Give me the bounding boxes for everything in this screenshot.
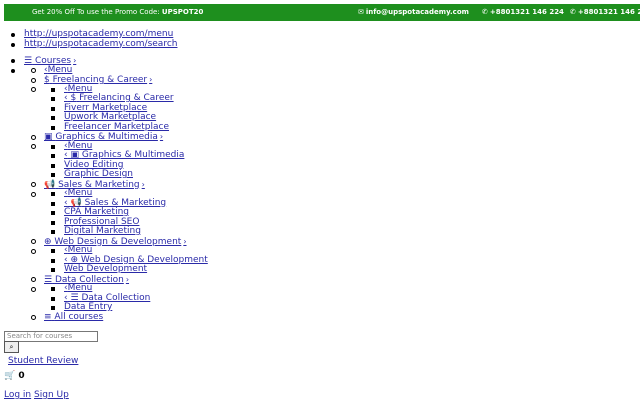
course-link[interactable]: CPA Marketing (64, 207, 129, 217)
chevron-right-icon: › (149, 75, 153, 84)
bullhorn-icon: 📢 (70, 197, 82, 208)
category-back-link[interactable]: ‹ ⊕ Web Design & Development (64, 255, 208, 265)
list-item: Digital Marketing (51, 226, 208, 237)
search-icon: ⌕ (9, 343, 14, 351)
promo-text: Get 20% Off To use the Promo Code: UPSPO… (32, 8, 204, 16)
list-item: Freelancer Marketplace (51, 122, 208, 133)
category-back-link[interactable]: ‹ ▣ Graphics & Multimedia (64, 150, 184, 160)
dollar-icon: $ (70, 93, 77, 103)
course-link[interactable]: Fiverr Marketplace (64, 103, 147, 113)
course-link[interactable]: Graphic Design (64, 169, 133, 179)
course-link[interactable]: Video Editing (64, 160, 123, 170)
page-links: http://upspotacademy.com/menu http://ups… (10, 29, 177, 50)
list-item: Graphic Design (51, 169, 208, 180)
search-link[interactable]: http://upspotacademy.com/search (24, 39, 177, 49)
category-back-link[interactable]: ‹ 📢 Sales & Marketing (64, 198, 166, 208)
database-icon: ☰ (44, 274, 53, 285)
signup-link[interactable]: Sign Up (34, 390, 69, 400)
phone-contact-1[interactable]: ✆ +8801321 146 224 (482, 8, 564, 16)
login-link[interactable]: Log in (4, 390, 31, 400)
chevron-right-icon: › (159, 132, 164, 141)
bars-icon: ☰ (24, 56, 33, 66)
list-item: http://upspotacademy.com/search (10, 39, 177, 50)
list-item: ≡ All courses (31, 312, 208, 323)
chevron-right-icon: › (183, 236, 187, 246)
globe-icon: ⊕ (70, 254, 79, 265)
phone-icon: ✆ (482, 8, 488, 16)
course-link[interactable]: Upwork Marketplace (64, 112, 156, 122)
all-courses-link[interactable]: ≡ All courses (44, 312, 103, 322)
course-link[interactable]: Web Development (64, 264, 147, 274)
category-link[interactable]: ▣ Graphics & Multimedia › (44, 132, 163, 142)
chevron-right-icon: › (125, 274, 130, 284)
promo-top-bar: Get 20% Off To use the Promo Code: UPSPO… (4, 4, 640, 21)
category-submenu: ‹Menu ‹ ☰ Data Collection Data Entry (31, 283, 208, 313)
chevron-left-icon: ‹ (64, 254, 68, 265)
menu-back-link[interactable]: ‹Menu (64, 141, 92, 151)
courses-submenu: ‹Menu $ Freelancing & Career › ‹Menu ‹ $ … (11, 65, 208, 323)
category-submenu: ‹Menu ‹ $ Freelancing & Career Fiverr Ma… (31, 84, 208, 133)
menu-back-link[interactable]: ‹Menu (64, 245, 92, 255)
promo-code: UPSPOT20 (161, 8, 204, 16)
email-contact[interactable]: ✉ info@upspotacademy.com (358, 8, 469, 16)
list-item: Web Development (51, 264, 208, 275)
list-icon: ≡ (44, 311, 52, 322)
menu-back-link[interactable]: ‹Menu (64, 283, 92, 293)
dollar-icon: $ (44, 75, 50, 85)
database-icon: ☰ (70, 292, 79, 303)
chevron-left-icon: ‹ (64, 93, 68, 103)
menu-link[interactable]: http://upspotacademy.com/menu (24, 29, 173, 39)
menu-back-link[interactable]: ‹Menu (64, 84, 92, 94)
image-icon: ▣ (44, 132, 53, 142)
chevron-right-icon: › (141, 179, 145, 189)
chevron-left-icon: ‹ (64, 292, 68, 303)
student-review-link[interactable]: Student Review (8, 356, 78, 366)
courses-menu: ☰ Courses › ‹Menu $ Freelancing & Career ›… (11, 56, 208, 323)
category-submenu: ‹Menu ‹ ⊕ Web Design & Development Web D… (31, 245, 208, 275)
course-link[interactable]: Professional SEO (64, 217, 139, 227)
bullhorn-icon: 📢 (44, 179, 56, 190)
chevron-left-icon: ‹ (64, 197, 68, 208)
category-submenu: ‹Menu ‹ 📢 Sales & Marketing CPA Marketin… (31, 188, 208, 237)
chevron-right-icon: › (73, 56, 77, 65)
list-item: ‹Menu (31, 65, 208, 76)
phone-contact-2[interactable]: ✆+8801321 146 22 (570, 8, 640, 16)
cart-icon: 🛒 (4, 371, 16, 381)
category-back-link[interactable]: ‹ ☰ Data Collection (64, 293, 150, 303)
category-link[interactable]: 📢 Sales & Marketing › (44, 180, 145, 190)
phone-icon: ✆ (570, 8, 576, 16)
chevron-left-icon: ‹ (64, 150, 68, 160)
course-link[interactable]: Data Entry (64, 302, 112, 312)
auth-links: Log in Sign Up (4, 390, 69, 400)
category-link[interactable]: $ Freelancing & Career › (44, 75, 152, 85)
image-icon: ▣ (70, 150, 79, 160)
course-link[interactable]: Digital Marketing (64, 226, 141, 236)
category-back-link[interactable]: ‹ $ Freelancing & Career (64, 93, 174, 103)
menu-back-link[interactable]: ‹Menu (64, 188, 92, 198)
menu-back-link[interactable]: ‹Menu (44, 65, 72, 75)
globe-icon: ⊕ (44, 236, 52, 247)
envelope-icon: ✉ (358, 8, 364, 16)
cart-button[interactable]: 🛒 0 (4, 371, 25, 381)
course-link[interactable]: Freelancer Marketplace (64, 122, 169, 132)
search-button[interactable]: ⌕ (4, 341, 19, 353)
category-submenu: ‹Menu ‹ ▣ Graphics & Multimedia Video Ed… (31, 141, 208, 180)
cart-count: 0 (18, 371, 25, 381)
